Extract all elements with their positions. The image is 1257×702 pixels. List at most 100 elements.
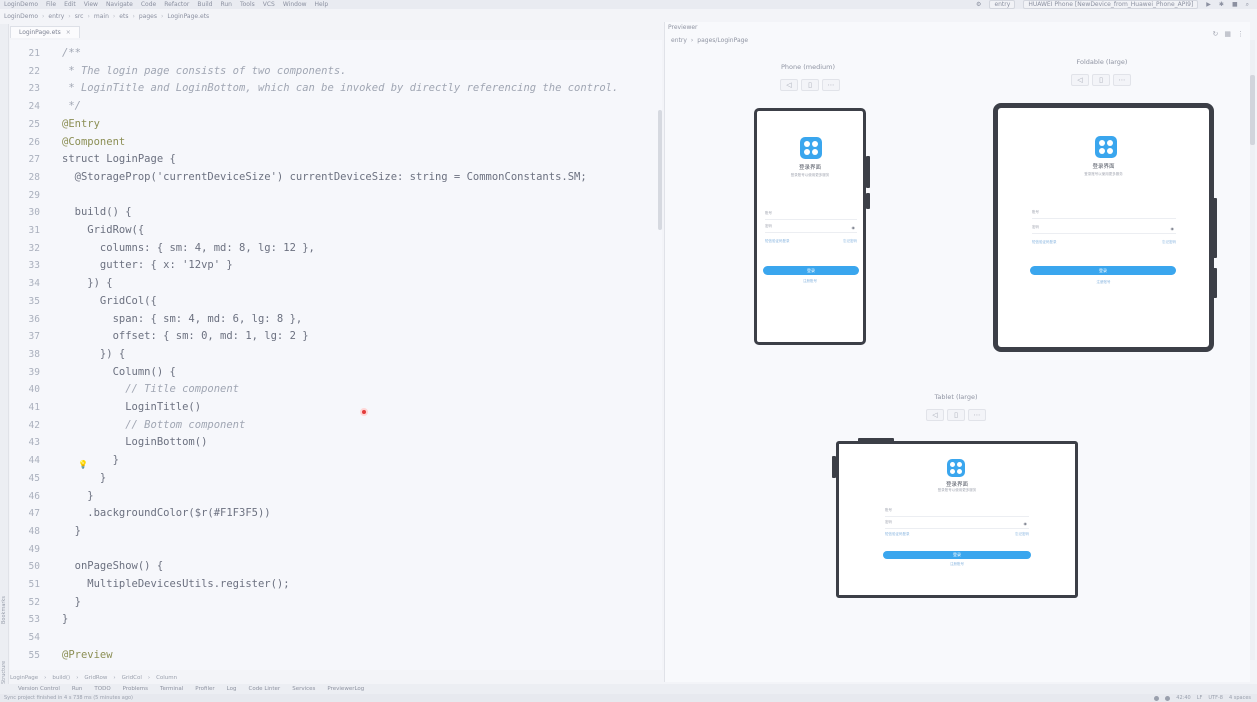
code-line[interactable]: 44 } bbox=[10, 452, 662, 470]
menu-navigate[interactable]: Navigate bbox=[106, 1, 133, 8]
sms-login-link[interactable]: 短信验证码登录 bbox=[1032, 240, 1057, 245]
rotate-icon[interactable]: ◁ bbox=[926, 409, 944, 421]
refresh-icon[interactable]: ↻ bbox=[1213, 30, 1219, 38]
tool-services[interactable]: Services bbox=[292, 686, 315, 692]
code-line[interactable]: 24 */ bbox=[10, 98, 662, 116]
tool-version-control[interactable]: Version Control bbox=[18, 686, 60, 692]
eye-icon[interactable]: ◉ bbox=[852, 225, 856, 230]
device-select[interactable]: HUAWEI Phone [NewDevice_from_Huawei_Phon… bbox=[1023, 0, 1199, 9]
code-line[interactable]: 39 Column() { bbox=[10, 364, 662, 382]
code-line[interactable]: 28 @StorageProp('currentDeviceSize') cur… bbox=[10, 169, 662, 187]
breadcrumb-item[interactable]: pages bbox=[139, 13, 157, 20]
search-icon[interactable]: ⌕ bbox=[1246, 1, 1249, 9]
eye-icon[interactable]: ◉ bbox=[1024, 521, 1028, 526]
code-line[interactable]: 25 @Entry bbox=[10, 116, 662, 134]
register-link[interactable]: 注册账号 bbox=[839, 562, 1075, 567]
code-line[interactable]: 35 GridCol({ bbox=[10, 293, 662, 311]
code-line[interactable]: 43 LoginBottom() bbox=[10, 434, 662, 452]
breadcrumb-item[interactable]: ets bbox=[119, 13, 128, 20]
code-line[interactable]: 52 } bbox=[10, 594, 662, 612]
run-icon[interactable]: ▶ bbox=[1206, 1, 1211, 8]
editor-tab[interactable]: LoginPage.ets × bbox=[10, 26, 80, 38]
register-link[interactable]: 注册账号 bbox=[998, 280, 1209, 285]
tool-terminal[interactable]: Terminal bbox=[160, 686, 183, 692]
code-line[interactable]: 55 @Preview bbox=[10, 647, 662, 665]
code-line[interactable]: 49 bbox=[10, 541, 662, 559]
code-line[interactable]: 50 onPageShow() { bbox=[10, 558, 662, 576]
tool-log[interactable]: Log bbox=[227, 686, 237, 692]
code-line[interactable]: 26 @Component bbox=[10, 134, 662, 152]
menu-run[interactable]: Run bbox=[220, 1, 232, 8]
password-input[interactable]: 密码 ◉ bbox=[885, 520, 1029, 529]
account-input[interactable]: 账号 bbox=[765, 211, 857, 220]
previewer-scrollbar[interactable] bbox=[1250, 40, 1255, 660]
crumb-item[interactable]: Column bbox=[156, 675, 177, 681]
breadcrumb-item[interactable]: LoginDemo bbox=[4, 13, 38, 20]
menu-build[interactable]: Build bbox=[197, 1, 212, 8]
rotate-icon[interactable]: ◁ bbox=[780, 79, 798, 91]
code-line[interactable]: 53} bbox=[10, 611, 662, 629]
fold-icon[interactable]: ▯ bbox=[801, 79, 819, 91]
breadcrumb-item[interactable]: LoginPage.ets bbox=[167, 13, 209, 20]
cursor-position[interactable]: 42:40 bbox=[1176, 695, 1190, 701]
menu-refactor[interactable]: Refactor bbox=[164, 1, 189, 8]
login-button[interactable]: 登录 bbox=[763, 266, 859, 275]
menu-help[interactable]: Help bbox=[315, 1, 329, 8]
code-line[interactable]: 40 // Title component bbox=[10, 381, 662, 399]
previewer-page[interactable]: pages/LoginPage bbox=[697, 37, 748, 44]
previewer-module[interactable]: entry bbox=[671, 37, 687, 44]
tool-problems[interactable]: Problems bbox=[123, 686, 148, 692]
breadcrumb-item[interactable]: main bbox=[94, 13, 109, 20]
bookmarks-tab[interactable]: Bookmarks bbox=[1, 596, 7, 624]
code-line[interactable]: 27 struct LoginPage { bbox=[10, 151, 662, 169]
menu-view[interactable]: View bbox=[84, 1, 98, 8]
login-button[interactable]: 登录 bbox=[1030, 266, 1176, 275]
code-line[interactable]: 47 .backgroundColor($r(#F1F3F5)) bbox=[10, 505, 662, 523]
eye-icon[interactable]: ◉ bbox=[1171, 226, 1175, 231]
editor-scrollbar[interactable] bbox=[658, 110, 662, 230]
sms-login-link[interactable]: 短信验证码登录 bbox=[885, 532, 910, 537]
menu-window[interactable]: Window bbox=[283, 1, 307, 8]
code-line[interactable]: 37 offset: { sm: 0, md: 1, lg: 2 } bbox=[10, 328, 662, 346]
code-line[interactable]: 33 gutter: { x: '12vp' } bbox=[10, 257, 662, 275]
project-name[interactable]: LoginDemo bbox=[4, 1, 38, 8]
code-line[interactable]: 29 bbox=[10, 187, 662, 205]
code-line[interactable]: 21 /** bbox=[10, 45, 662, 63]
code-line[interactable]: 34 }) { bbox=[10, 275, 662, 293]
tool-run[interactable]: Run bbox=[72, 686, 83, 692]
code-line[interactable]: 48 } bbox=[10, 523, 662, 541]
indent-setting[interactable]: 4 spaces bbox=[1229, 695, 1251, 701]
code-line[interactable]: 30 build() { bbox=[10, 204, 662, 222]
login-button[interactable]: 登录 bbox=[883, 551, 1031, 559]
code-line[interactable]: 32 columns: { sm: 4, md: 8, lg: 12 }, bbox=[10, 240, 662, 258]
more-icon[interactable]: ⋯ bbox=[822, 79, 840, 91]
line-separator[interactable]: LF bbox=[1197, 695, 1203, 701]
password-input[interactable]: 密码 ◉ bbox=[765, 224, 857, 233]
register-link[interactable]: 注册账号 bbox=[757, 279, 863, 284]
forgot-password-link[interactable]: 忘记密码 bbox=[1162, 240, 1176, 245]
more-icon[interactable]: ⋯ bbox=[1113, 74, 1131, 86]
code-line[interactable]: 22 * The login page consists of two comp… bbox=[10, 63, 662, 81]
menu-file[interactable]: File bbox=[46, 1, 56, 8]
menu-code[interactable]: Code bbox=[141, 1, 156, 8]
account-input[interactable]: 账号 bbox=[885, 508, 1029, 517]
run-config-select[interactable]: entry bbox=[989, 0, 1016, 9]
menu-vcs[interactable]: VCS bbox=[263, 1, 275, 8]
crumb-item[interactable]: build() bbox=[52, 675, 70, 681]
tool-code-linter[interactable]: Code Linter bbox=[248, 686, 280, 692]
more-icon[interactable]: ⋯ bbox=[968, 409, 986, 421]
tool-todo[interactable]: TODO bbox=[94, 686, 110, 692]
code-line[interactable]: 46 } bbox=[10, 488, 662, 506]
close-icon[interactable]: × bbox=[66, 29, 71, 36]
crumb-item[interactable]: GridRow bbox=[84, 675, 107, 681]
sms-login-link[interactable]: 短信验证码登录 bbox=[765, 239, 790, 244]
crumb-item[interactable]: GridCol bbox=[122, 675, 142, 681]
password-input[interactable]: 密码 ◉ bbox=[1032, 225, 1176, 234]
fold-icon[interactable]: ▯ bbox=[947, 409, 965, 421]
tool-profiler[interactable]: Profiler bbox=[195, 686, 214, 692]
code-line[interactable]: 36 span: { sm: 4, md: 6, lg: 8 }, bbox=[10, 311, 662, 329]
forgot-password-link[interactable]: 忘记密码 bbox=[1015, 532, 1029, 537]
stop-icon[interactable]: ■ bbox=[1232, 1, 1238, 8]
debug-icon[interactable]: ✱ bbox=[1219, 1, 1224, 8]
settings-icon[interactable]: ⚙ bbox=[976, 1, 981, 8]
